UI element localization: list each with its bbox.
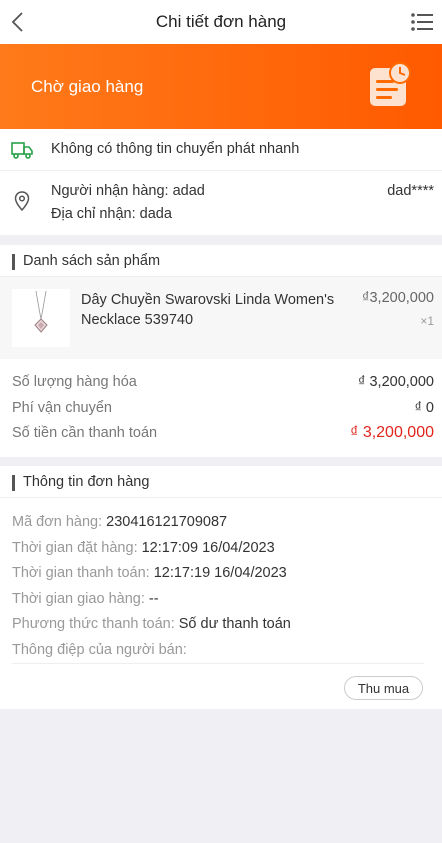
order-time-value: 12:17:09 16/04/2023 xyxy=(141,540,275,556)
divider xyxy=(12,663,424,664)
payment-time-row: Thời gian thanh toán: 12:17:19 16/04/2023 xyxy=(12,565,287,581)
product-list-card: Danh sách sản phẩm Dây Chuyền Swarovski … xyxy=(0,245,442,457)
delivery-time-label: Thời gian giao hàng: xyxy=(12,591,145,607)
payment-method-value: Số dư thanh toán xyxy=(178,616,291,632)
payment-time-label: Thời gian thanh toán: xyxy=(12,565,150,581)
recipient-phone: dad**** xyxy=(387,183,434,199)
order-clock-icon xyxy=(370,62,411,106)
product-price: ₫3,200,000 xyxy=(362,290,434,306)
order-info-section-title: Thông tin đơn hàng xyxy=(23,474,150,490)
total-payment-value: ₫ 3,200,000 xyxy=(350,424,434,441)
product-item[interactable]: Dây Chuyền Swarovski Linda Women's Neckl… xyxy=(0,277,442,359)
section-accent-bar xyxy=(12,475,15,491)
product-section-title: Danh sách sản phẩm xyxy=(23,253,161,269)
quantity-label: Số lượng hàng hóa xyxy=(12,374,137,390)
buy-again-button[interactable]: Thu mua xyxy=(344,676,423,700)
list-menu-icon[interactable] xyxy=(410,12,434,32)
express-info-row[interactable]: Không có thông tin chuyển phát nhanh xyxy=(0,129,442,171)
shipping-card: Không có thông tin chuyển phát nhanh Ngư… xyxy=(0,129,442,235)
chevron-left-icon[interactable] xyxy=(8,10,30,34)
seller-message-row: Thông điệp của người bán: xyxy=(12,642,187,658)
delivery-time-row: Thời gian giao hàng: -- xyxy=(12,591,159,607)
order-info-card: Thông tin đơn hàng Mã đơn hàng: 230416121… xyxy=(0,466,442,709)
payment-method-label: Phương thức thanh toán: xyxy=(12,616,175,632)
shipping-fee-row: Phí vận chuyển ₫ 0 xyxy=(12,400,434,422)
product-section-header: Danh sách sản phẩm xyxy=(0,245,442,277)
total-payment-label: Số tiền cần thanh toán xyxy=(12,425,158,441)
order-time-row: Thời gian đặt hàng: 12:17:09 16/04/2023 xyxy=(12,540,275,556)
location-pin-icon xyxy=(14,191,30,211)
necklace-thumbnail xyxy=(12,289,70,347)
recipient-value: adad xyxy=(172,183,205,199)
shipping-fee-value: ₫ 0 xyxy=(414,400,434,416)
order-time-label: Thời gian đặt hàng: xyxy=(12,540,138,556)
top-nav-bar: Chi tiết đơn hàng xyxy=(0,0,442,44)
product-quantity: ×1 xyxy=(420,314,434,328)
section-accent-bar xyxy=(12,254,15,270)
address-value: dada xyxy=(139,206,172,222)
address-label: Địa chỉ nhận: xyxy=(51,206,136,222)
product-name: Dây Chuyền Swarovski Linda Women's Neckl… xyxy=(81,292,335,328)
delivery-time-value: -- xyxy=(148,591,159,607)
order-id-label: Mã đơn hàng: xyxy=(12,514,103,530)
order-status-banner: Chờ giao hàng xyxy=(0,44,442,129)
shipping-fee-label: Phí vận chuyển xyxy=(12,400,112,416)
truck-icon xyxy=(11,142,33,159)
order-id-value: 230416121709087 xyxy=(106,514,228,530)
recipient-label: Người nhận hàng: xyxy=(51,183,169,199)
total-payment-row: Số tiền cần thanh toán ₫ 3,200,000 xyxy=(12,424,434,447)
payment-method-row: Phương thức thanh toán: Số dư thanh toán xyxy=(12,616,291,632)
recipient-line: Người nhận hàng: adad xyxy=(51,183,205,199)
seller-message-label: Thông điệp của người bán: xyxy=(12,642,187,658)
payment-time-value: 12:17:19 16/04/2023 xyxy=(153,565,287,581)
quantity-summary-row: Số lượng hàng hóa ₫ 3,200,000 xyxy=(12,374,434,396)
quantity-value: ₫ 3,200,000 xyxy=(358,374,434,390)
address-line: Địa chỉ nhận: dada xyxy=(51,206,172,222)
page-title: Chi tiết đơn hàng xyxy=(155,12,287,31)
express-info-text: Không có thông tin chuyển phát nhanh xyxy=(51,141,300,157)
address-block: Người nhận hàng: adad dad**** Địa chỉ nh… xyxy=(0,171,442,235)
order-status-text: Chờ giao hàng xyxy=(31,76,144,96)
order-id-row: Mã đơn hàng: 230416121709087 xyxy=(12,514,227,530)
order-info-section-header: Thông tin đơn hàng xyxy=(0,466,442,498)
